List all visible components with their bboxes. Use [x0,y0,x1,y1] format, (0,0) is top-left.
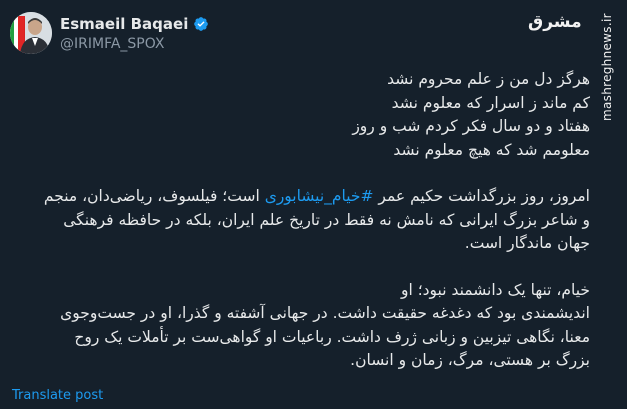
author-handle[interactable]: @IRIMFA_SPOX [60,36,164,52]
paragraph-line: جهان ماندگار است. [464,234,590,252]
post-body: هرگز دل من ز علم محروم نشد کم ماند ز اسر… [12,68,590,373]
post-card: Esmaeil Baqaei @IRIMFA_SPOX مشرق mashreg… [0,0,627,409]
verified-badge-icon [194,17,209,31]
paragraph-line: امروز، روز بزرگداشت حکیم عمر #خیام_نیشاب… [12,185,590,209]
paragraph-line: اندیشمندی بود که دغدغه حقیقت داشت. در جه… [60,304,590,322]
paragraph-line: خیام، تنها یک دانشمند نبود؛ او [400,280,590,299]
paragraph-line: و شاعر بزرگ ایرانی که نامش نه فقط در تار… [63,210,590,229]
poem-line: هفتاد و دو سال فکر کردم شب و روز [352,117,590,135]
text-segment: است؛ فیلسوف، ریاضی‌دان، منجم [43,187,265,205]
watermark: mashreghnews.ir [600,13,614,122]
paragraph-line: معنا، نگاهی تیزبین و زبانی ژرف داشت. ربا… [74,327,590,346]
hashtag-link[interactable]: #خیام_نیشابوری [265,187,374,205]
translate-post-link[interactable]: Translate post [12,388,103,403]
author-name-row: Esmaeil Baqaei [60,14,209,34]
poem-line: هرگز دل من ز علم محروم نشد [387,70,590,88]
mashregh-logo-icon: مشرق [528,12,582,32]
poem-line: معلومم شد که هیچ معلوم نشد [393,140,590,159]
avatar[interactable] [10,12,52,54]
poem-line: کم ماند ز اسرار که معلوم نشد [391,93,590,112]
paragraph-line: بزرگ بر هستی، مرگ، زمان و انسان. [350,351,590,369]
author-display-name[interactable]: Esmaeil Baqaei [60,15,188,33]
text-segment: امروز، روز بزرگداشت حکیم عمر [373,187,590,205]
